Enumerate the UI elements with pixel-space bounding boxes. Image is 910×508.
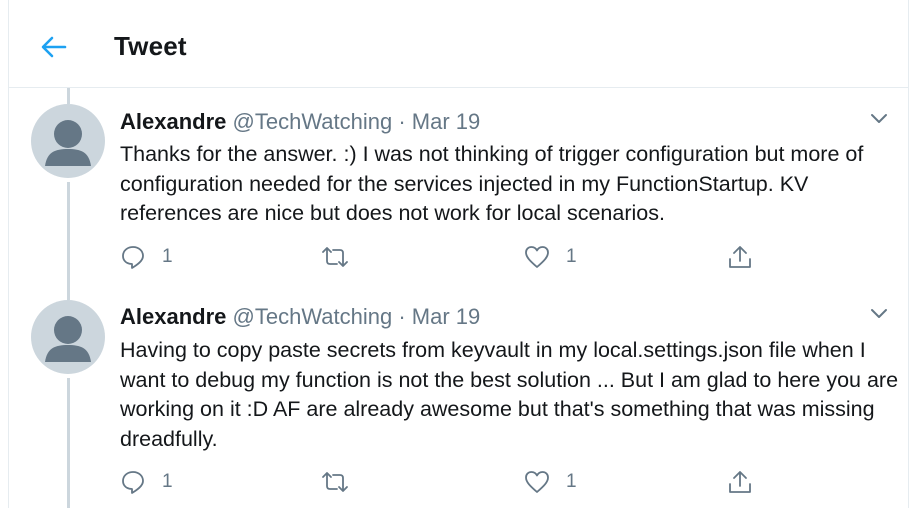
author-name[interactable]: Alexandre <box>120 304 226 329</box>
like-count: 1 <box>566 246 577 267</box>
tweet-actions: 1 1 <box>120 467 840 497</box>
retweet-button[interactable] <box>320 467 366 497</box>
reply-count: 1 <box>162 246 173 267</box>
back-button[interactable] <box>35 28 73 66</box>
tweet-text: Having to copy paste secrets from keyvau… <box>120 338 899 451</box>
thread-line <box>67 182 70 300</box>
share-button[interactable] <box>727 242 753 272</box>
author-handle[interactable]: @TechWatching <box>233 109 393 134</box>
tweet-actions: 1 1 <box>120 242 840 272</box>
tweet-date[interactable]: Mar 19 <box>412 109 480 134</box>
tweet-more-button[interactable] <box>868 303 890 325</box>
tweet-header: Alexandre @TechWatching · Mar 19 <box>120 109 480 135</box>
page-header: Tweet <box>9 0 908 88</box>
share-button[interactable] <box>727 467 753 497</box>
like-count: 1 <box>566 471 577 492</box>
avatar[interactable] <box>31 300 105 374</box>
author-name[interactable]: Alexandre <box>120 109 226 134</box>
like-button[interactable]: 1 <box>524 467 577 497</box>
tweet-date[interactable]: Mar 19 <box>412 304 480 329</box>
tweet-header: Alexandre @TechWatching · Mar 19 <box>120 304 480 330</box>
reply-count: 1 <box>162 471 173 492</box>
chevron-down-icon <box>871 309 887 318</box>
thread-line <box>67 378 70 508</box>
avatar[interactable] <box>31 104 105 178</box>
tweet-divider <box>9 284 908 285</box>
share-icon <box>729 471 751 493</box>
tweet-more-button[interactable] <box>868 108 890 130</box>
heart-icon <box>525 246 549 268</box>
tweet-page: Tweet Alexandre @TechWatching · Mar 19 T… <box>8 0 909 508</box>
reply-icon <box>122 246 144 269</box>
reply-button[interactable]: 1 <box>120 242 173 272</box>
arrow-left-icon <box>41 36 67 58</box>
reply-icon <box>122 471 144 494</box>
chevron-down-icon <box>871 114 887 123</box>
default-avatar-icon <box>45 120 91 166</box>
share-icon <box>729 246 751 268</box>
retweet-icon <box>322 247 348 267</box>
retweet-icon <box>322 472 348 492</box>
heart-icon <box>525 471 549 493</box>
default-avatar-icon <box>45 316 91 362</box>
like-button[interactable]: 1 <box>524 242 577 272</box>
reply-button[interactable]: 1 <box>120 467 173 497</box>
tweet-text: Thanks for the answer. :) I was not thin… <box>120 142 864 225</box>
thread-line-top <box>67 88 70 104</box>
retweet-button[interactable] <box>320 242 366 272</box>
separator: · <box>398 109 406 134</box>
page-title: Tweet <box>114 31 187 61</box>
separator: · <box>398 304 406 329</box>
author-handle[interactable]: @TechWatching <box>233 304 393 329</box>
